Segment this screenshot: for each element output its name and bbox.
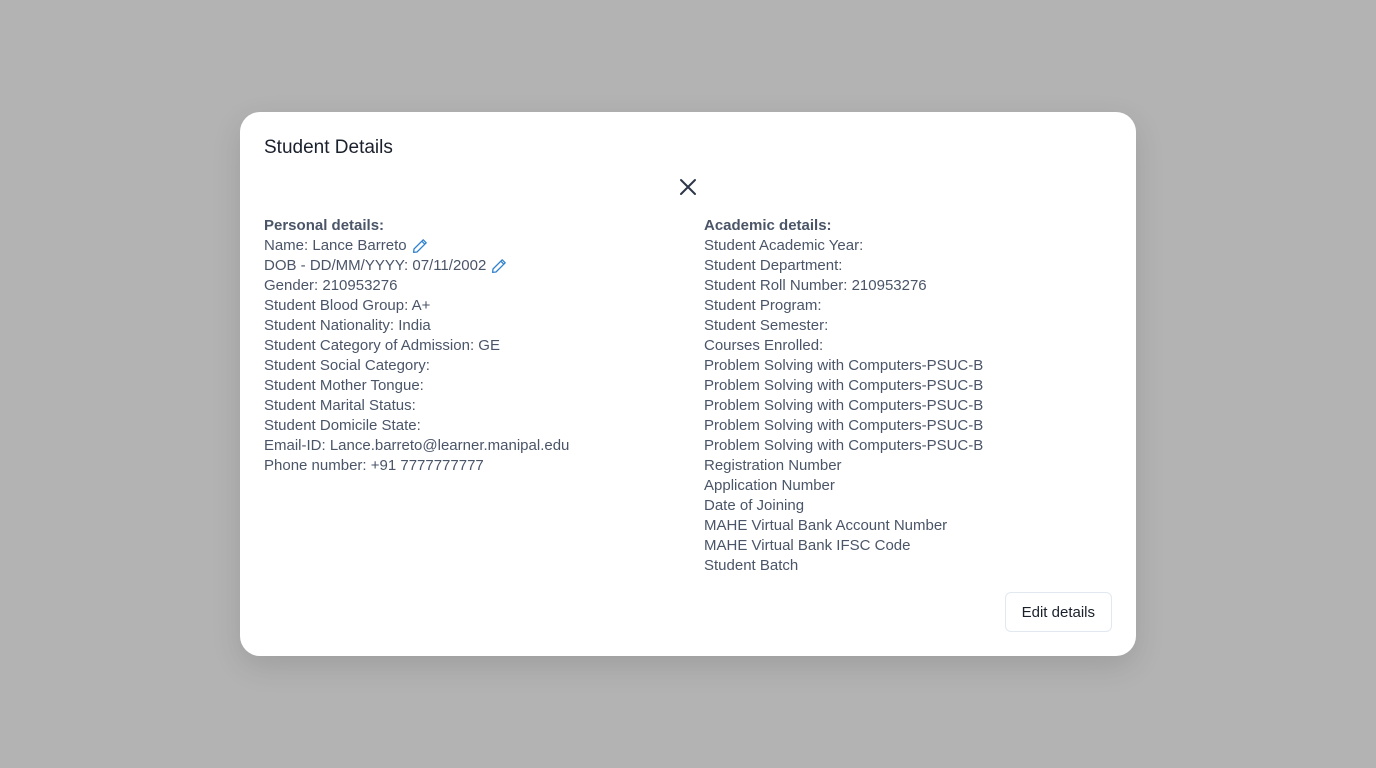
edit-name-button[interactable] (412, 238, 428, 254)
student-batch-field: Student Batch (704, 557, 799, 574)
admission-category-field: Student Category of Admission: GE (264, 337, 500, 354)
academic-details-heading: Academic details: (704, 217, 832, 234)
course-item: Problem Solving with Computers-PSUC-B (704, 357, 984, 374)
courses-enrolled-label: Courses Enrolled: (704, 337, 824, 354)
course-item: Problem Solving with Computers-PSUC-B (704, 377, 984, 394)
course-item: Problem Solving with Computers-PSUC-B (704, 417, 984, 434)
roll-number-field: Student Roll Number: 210953276 (704, 277, 927, 294)
dob-field: DOB - DD/MM/YYYY: 07/11/2002 (264, 257, 487, 274)
academic-details-section: Academic details: Student Academic Year:… (704, 216, 1124, 576)
phone-field: Phone number: +91 7777777777 (264, 457, 484, 474)
pencil-icon (412, 239, 427, 254)
pencil-icon (492, 259, 507, 274)
email-field: Email-ID: Lance.barreto@learner.manipal.… (264, 437, 570, 454)
personal-details-heading: Personal details: (264, 217, 385, 234)
program-field: Student Program: (704, 297, 822, 314)
name-row: Name: Lance Barreto (264, 236, 684, 256)
edit-details-button[interactable]: Edit details (1004, 592, 1112, 632)
course-item: Problem Solving with Computers-PSUC-B (704, 437, 984, 454)
blood-group-field: Student Blood Group: A+ (264, 297, 431, 314)
name-field: Name: Lance Barreto (264, 237, 407, 254)
personal-details-section: Personal details: Name: Lance Barreto DO… (264, 216, 684, 476)
nationality-field: Student Nationality: India (264, 317, 431, 334)
dob-row: DOB - DD/MM/YYYY: 07/11/2002 (264, 256, 684, 276)
close-icon (680, 179, 696, 195)
edit-dob-button[interactable] (491, 258, 507, 274)
domicile-state-field: Student Domicile State: (264, 417, 421, 434)
social-category-field: Student Social Category: (264, 357, 430, 374)
gender-field: Gender: 210953276 (264, 277, 398, 294)
marital-status-field: Student Marital Status: (264, 397, 416, 414)
bank-account-number-field: MAHE Virtual Bank Account Number (704, 517, 948, 534)
application-number-field: Application Number (704, 477, 835, 494)
close-button[interactable] (676, 175, 700, 199)
mother-tongue-field: Student Mother Tongue: (264, 377, 424, 394)
semester-field: Student Semester: (704, 317, 829, 334)
date-of-joining-field: Date of Joining (704, 497, 805, 514)
registration-number-field: Registration Number (704, 457, 842, 474)
bank-ifsc-code-field: MAHE Virtual Bank IFSC Code (704, 537, 911, 554)
modal-title: Student Details (264, 137, 393, 158)
course-item: Problem Solving with Computers-PSUC-B (704, 397, 984, 414)
department-field: Student Department: (704, 257, 843, 274)
student-details-modal: Student Details Personal details: Name: … (240, 112, 1136, 656)
academic-year-field: Student Academic Year: (704, 237, 864, 254)
